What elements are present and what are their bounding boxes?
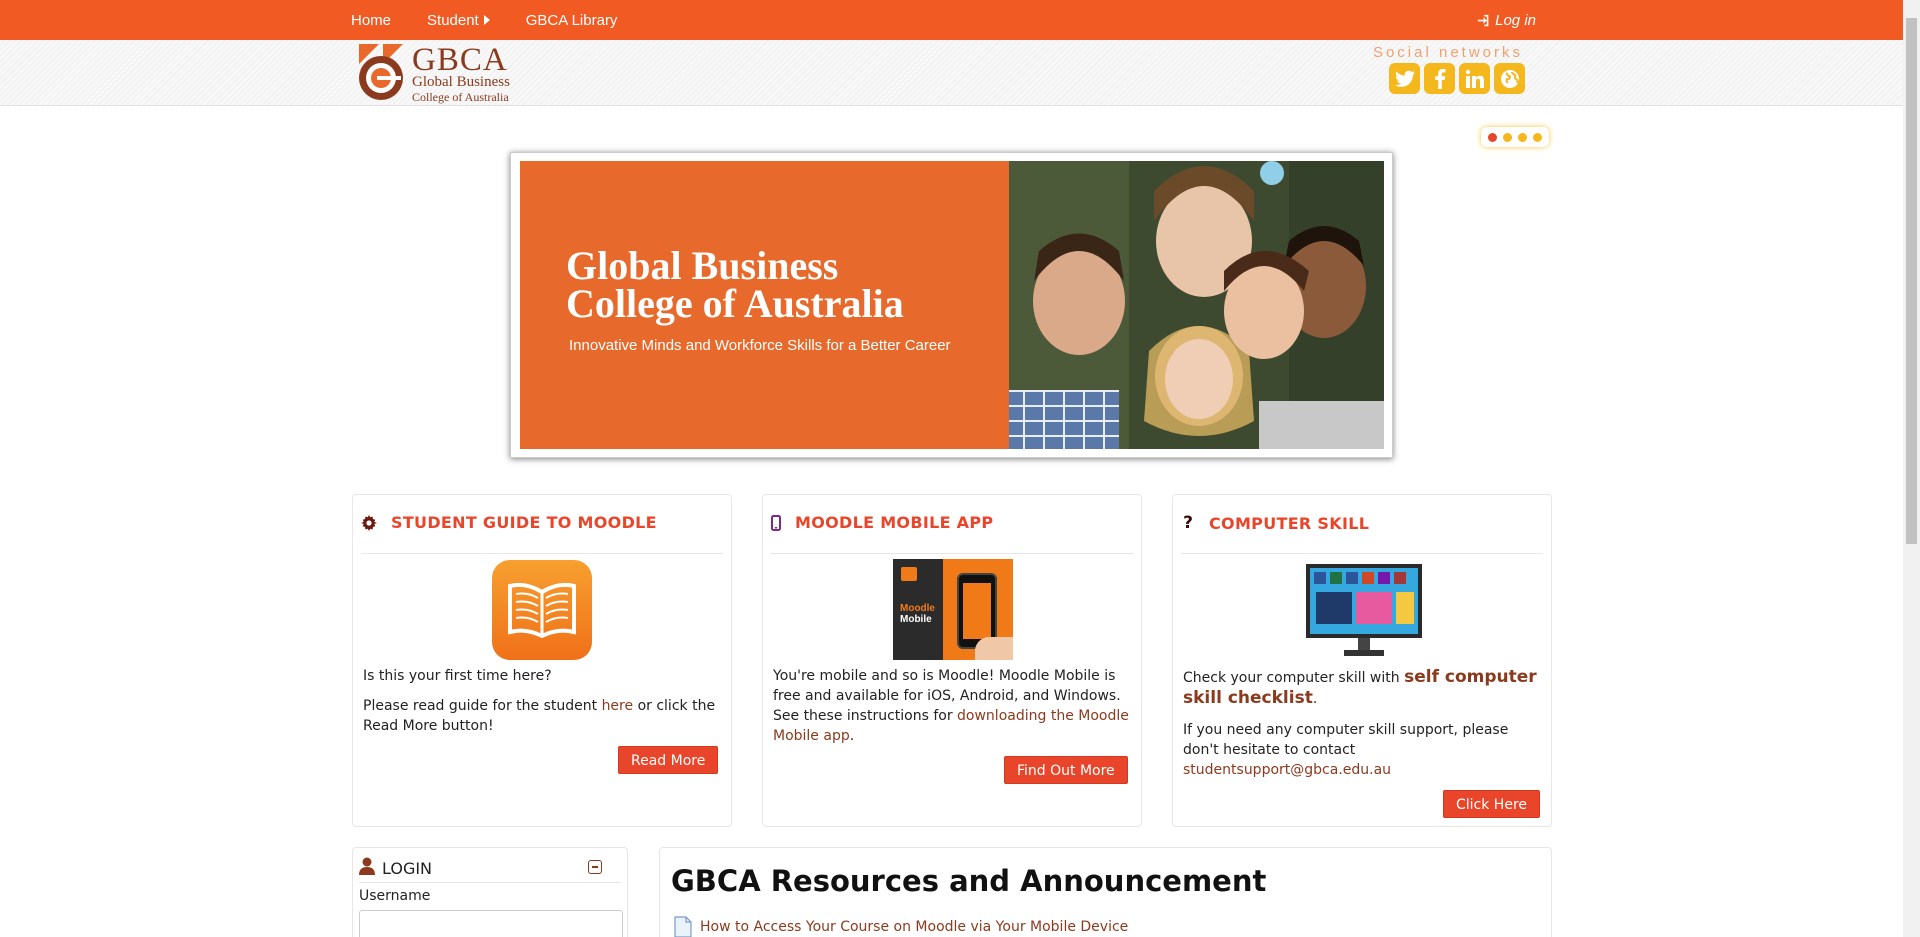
- top-navbar: Home Student GBCA Library Log in: [0, 0, 1903, 40]
- social-title: Social networks: [1372, 44, 1523, 61]
- logo-subtext: College of Australia: [412, 90, 509, 104]
- student-guide-box: STUDENT GUIDE TO MOODLE Is this your fir…: [352, 494, 732, 827]
- logo-emblem-icon: [359, 44, 403, 100]
- login-link[interactable]: Log in: [1477, 0, 1536, 40]
- support-email-link[interactable]: studentsupport@gbca.edu.au: [1183, 762, 1391, 778]
- twitter-icon: [1394, 70, 1415, 87]
- divider: [361, 553, 723, 554]
- find-out-more-button[interactable]: Find Out More: [1004, 756, 1128, 784]
- resources-title: GBCA Resources and Announcement: [671, 864, 1267, 898]
- box-title: COMPUTER SKILL: [1209, 513, 1370, 533]
- box-header: MOODLE MOBILE APP: [771, 513, 993, 532]
- students-photo-image: [1009, 161, 1384, 449]
- gbca-logo[interactable]: GBCA Global Business College of Australi…: [357, 42, 527, 104]
- username-input[interactable]: [359, 910, 623, 937]
- hand-graphic: [975, 637, 1013, 660]
- resource-item[interactable]: How to Access Your Course on Moodle via …: [674, 916, 1128, 937]
- guide-here-link[interactable]: here: [602, 698, 634, 714]
- globe-icon: [1500, 69, 1519, 88]
- box-header: STUDENT GUIDE TO MOODLE: [361, 513, 657, 532]
- resource-link[interactable]: How to Access Your Course on Moodle via …: [700, 919, 1128, 935]
- box-title: MOODLE MOBILE APP: [795, 513, 994, 532]
- login-label: Log in: [1495, 11, 1536, 29]
- resources-block: GBCA Resources and Announcement How to A…: [659, 847, 1552, 937]
- box-title: STUDENT GUIDE TO MOODLE: [391, 513, 657, 532]
- banner-photo: [1009, 161, 1384, 449]
- facebook-icon: [1434, 68, 1445, 89]
- login-block: LOGIN Username: [352, 847, 628, 937]
- paragraph-text: Please read guide for the student: [363, 698, 602, 714]
- paragraph-text: .: [849, 728, 855, 744]
- box-paragraph: You're mobile and so is Moodle! Moodle M…: [773, 666, 1131, 746]
- nav-item-home[interactable]: Home: [351, 12, 391, 29]
- nav-item-label: Home: [351, 11, 392, 29]
- banner-title-line: Global Business: [566, 243, 839, 288]
- image-caption-line: Moodle: [900, 603, 935, 614]
- carousel-dot[interactable]: [1533, 132, 1542, 142]
- user-icon: [359, 857, 375, 875]
- carousel-dot[interactable]: [1518, 132, 1527, 142]
- hero-banner: Global Business College of Australia Inn…: [510, 152, 1393, 458]
- read-more-button[interactable]: Read More: [618, 746, 719, 774]
- box-paragraph: Is this your first time here?: [363, 666, 721, 686]
- computer-skill-box: ? COMPUTER SKILL Check your computer ski…: [1172, 494, 1552, 827]
- nav-item-student[interactable]: Student: [427, 12, 490, 29]
- paragraph-text: .: [1312, 691, 1318, 707]
- caret-right-icon: [483, 15, 490, 25]
- phone-screen: [963, 583, 991, 639]
- book-app-icon: [492, 560, 592, 660]
- mobile-phone-icon: [771, 514, 781, 531]
- nav-item-label: GBCA Library: [525, 11, 618, 29]
- banner-title: Global Business College of Australia: [566, 243, 904, 326]
- facebook-button[interactable]: [1424, 63, 1455, 94]
- nav-menu: Home Student GBCA Library: [351, 0, 653, 40]
- divider: [359, 882, 621, 883]
- gear-icon: [361, 514, 377, 531]
- image-caption: Moodle Mobile: [900, 603, 935, 625]
- box-paragraph: Please read guide for the student here o…: [363, 696, 721, 736]
- linkedin-button[interactable]: [1459, 63, 1490, 94]
- logo-subtext: Global Business: [412, 74, 510, 90]
- collapse-icon[interactable]: [588, 860, 602, 874]
- computer-monitor-image: [1306, 564, 1422, 656]
- nav-item-library[interactable]: GBCA Library: [526, 12, 618, 29]
- site-header: GBCA Global Business College of Australi…: [0, 40, 1903, 106]
- mobile-app-box: MOODLE MOBILE APP Moodle Mobile You're m…: [762, 494, 1142, 827]
- carousel-indicators: [1481, 127, 1549, 147]
- carousel-dot[interactable]: [1488, 132, 1497, 142]
- click-here-button[interactable]: Click Here: [1443, 790, 1541, 818]
- image-caption-line: Mobile: [900, 614, 932, 625]
- login-title: LOGIN: [382, 859, 433, 878]
- carousel-dot[interactable]: [1503, 132, 1512, 142]
- username-label: Username: [359, 888, 431, 904]
- box-paragraph: If you need any computer skill support, …: [1183, 720, 1541, 780]
- book-icon: [508, 582, 576, 638]
- linkedin-icon: [1465, 69, 1484, 88]
- question-icon: ?: [1183, 513, 1193, 533]
- box-header: ? COMPUTER SKILL: [1181, 513, 1369, 533]
- moodle-logo-icon: [901, 567, 917, 581]
- paragraph-text: Is this your first time here?: [363, 668, 552, 684]
- website-button[interactable]: [1494, 63, 1525, 94]
- sign-in-icon: [1477, 14, 1489, 26]
- page-scrollbar[interactable]: [1903, 0, 1920, 937]
- banner-subtitle: Innovative Minds and Workforce Skills fo…: [569, 337, 951, 354]
- document-icon: [674, 916, 692, 937]
- social-links: [1385, 63, 1525, 94]
- nav-item-label: Student: [427, 11, 479, 29]
- banner-title-line: College of Australia: [566, 281, 904, 326]
- paragraph-text: Check your computer skill with: [1183, 670, 1405, 686]
- divider: [771, 553, 1133, 554]
- banner-text-panel: Global Business College of Australia Inn…: [520, 161, 1009, 449]
- twitter-button[interactable]: [1389, 63, 1420, 94]
- scrollbar-thumb[interactable]: [1906, 18, 1917, 544]
- paragraph-text: If you need any computer skill support, …: [1183, 722, 1509, 758]
- moodle-mobile-image: Moodle Mobile: [893, 559, 1013, 660]
- box-paragraph: Check your computer skill with self comp…: [1183, 667, 1541, 709]
- divider: [1181, 553, 1543, 554]
